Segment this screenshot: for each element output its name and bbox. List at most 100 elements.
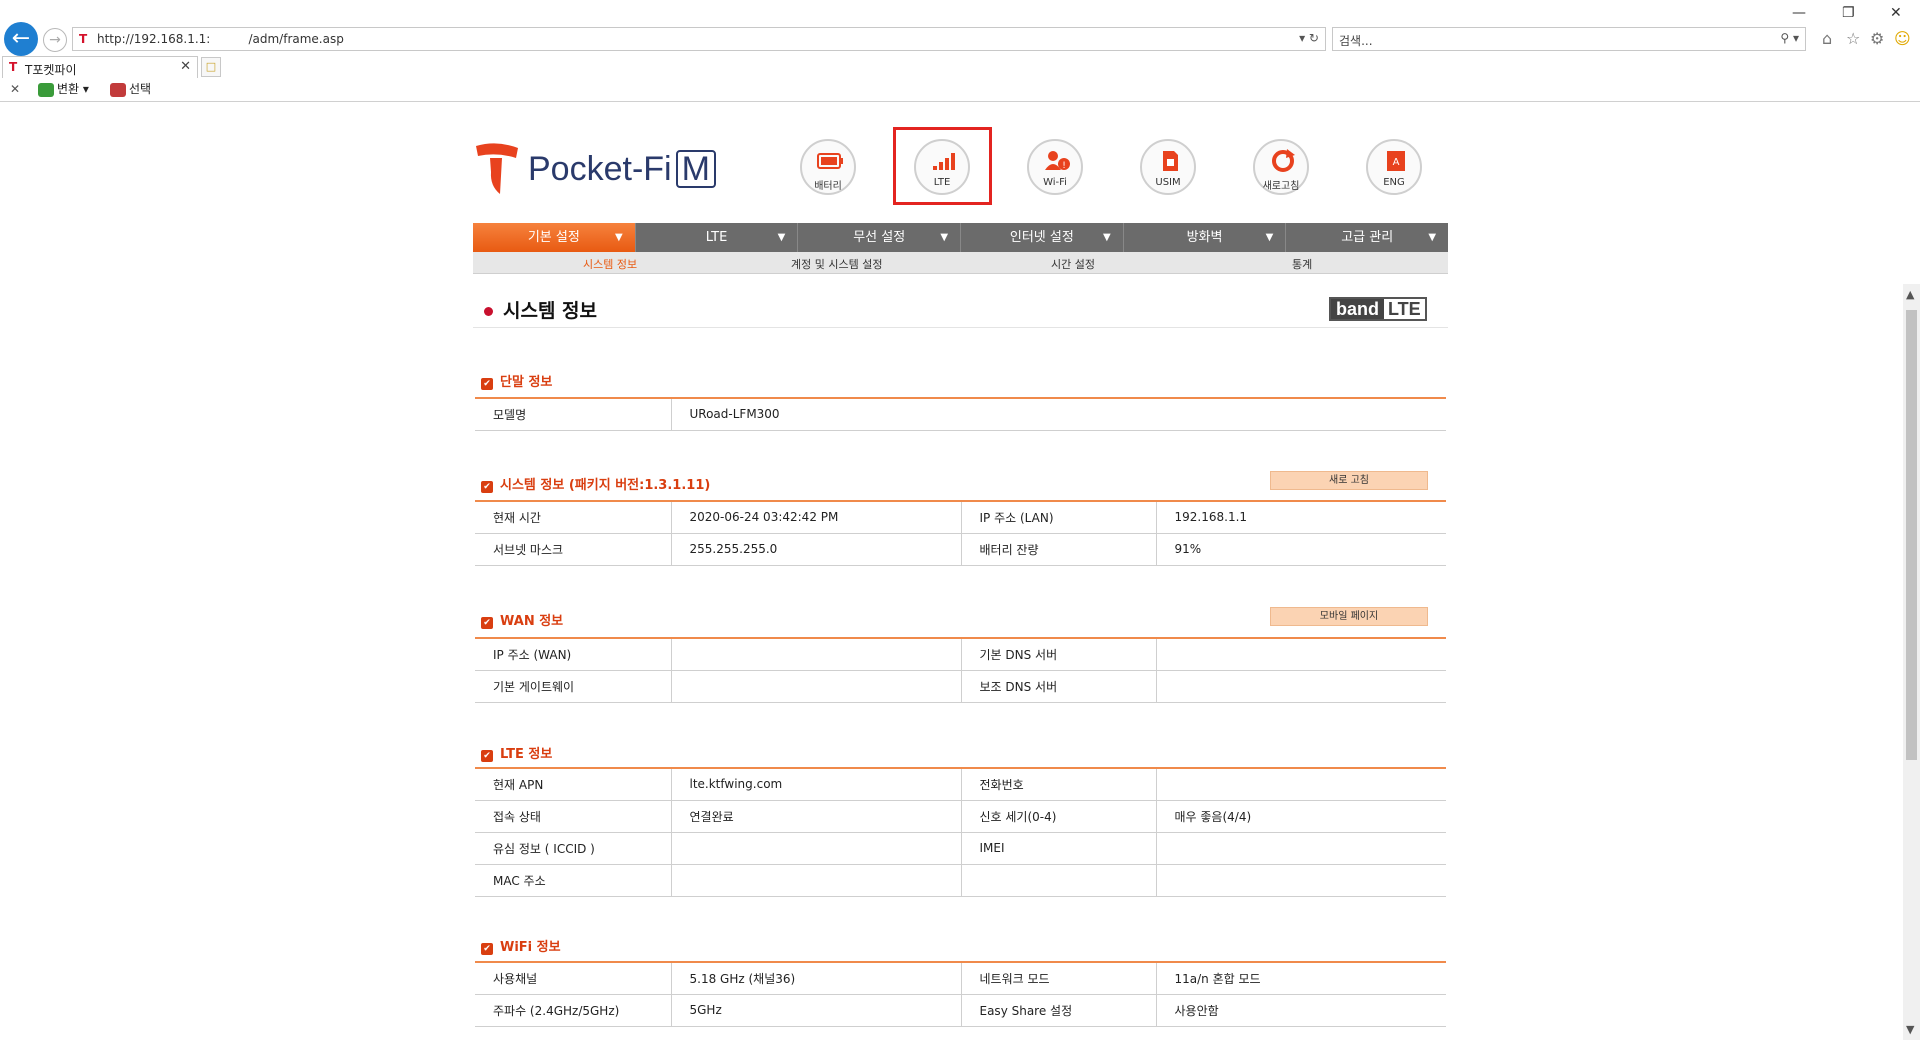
t-logo-icon (476, 143, 518, 194)
subnav-account-settings[interactable]: 계정 및 시스템 설정 (791, 256, 882, 272)
checkbox-icon: ✔ (481, 481, 493, 493)
home-icon[interactable]: ⌂ (1822, 29, 1832, 48)
checkbox-icon: ✔ (481, 378, 493, 390)
cell-value: 매우 좋음(4/4) (1156, 800, 1446, 833)
quick-eng-button[interactable]: A ENG (1366, 139, 1422, 195)
convert-icon (38, 82, 54, 97)
cell-label: 기본 게이트웨이 (475, 670, 672, 703)
cell-label: Easy Share 설정 (961, 994, 1157, 1027)
tab-close-icon[interactable]: ✕ (180, 59, 191, 74)
page-title-text: 시스템 정보 (503, 300, 598, 322)
minimize-icon[interactable]: — (1792, 5, 1806, 21)
band-lte-badge: band LTE (1329, 297, 1427, 321)
quick-eng-label: ENG (1383, 177, 1405, 188)
page-title: 시스템 정보 (484, 296, 597, 323)
search-icon[interactable]: ⚲ ▾ (1780, 31, 1799, 45)
new-tab-icon[interactable]: □ (201, 57, 221, 77)
cell-label: 접속 상태 (475, 800, 672, 833)
table-row: 모델명 URoad-LFM300 (475, 398, 1446, 431)
forward-button[interactable]: → (43, 28, 67, 52)
cell-value: 91% (1156, 533, 1446, 566)
brand-text: Pocket-Fi (528, 150, 672, 188)
search-box[interactable]: 검색... ⚲ ▾ (1332, 27, 1806, 51)
nav-lte[interactable]: LTE ▼ (636, 223, 799, 252)
cell-value (671, 638, 962, 671)
table-row: 유심 정보 ( ICCID ) IMEI (475, 832, 1446, 865)
settings-gear-icon[interactable]: ⚙ (1870, 29, 1884, 48)
nav-basic-settings[interactable]: 기본 설정 ▼ (473, 223, 636, 252)
quick-wifi-button[interactable]: ! Wi-Fi (1027, 139, 1083, 195)
wifi-users-icon: ! (1045, 151, 1070, 171)
select-button[interactable]: 선택 (110, 80, 151, 97)
table-row: 사용채널 5.18 GHz (채널36) 네트워크 모드 11a/n 혼합 모드 (475, 962, 1446, 995)
nav-firewall[interactable]: 방화벽 ▼ (1124, 223, 1287, 252)
wifi-info-table: 사용채널 5.18 GHz (채널36) 네트워크 모드 11a/n 혼합 모드… (475, 961, 1446, 1027)
page-scrollbar[interactable]: ▲ ▼ (1903, 284, 1920, 1040)
address-url[interactable]: http://192.168.1.1: /adm/frame.asp (97, 32, 344, 46)
table-row: 현재 시간 2020-06-24 03:42:42 PM IP 주소 (LAN)… (475, 501, 1446, 534)
cell-value (1156, 670, 1446, 703)
brand-name: Pocket-Fi M (528, 150, 716, 189)
scroll-thumb[interactable] (1906, 310, 1917, 760)
cell-value: 11a/n 혼합 모드 (1156, 962, 1446, 995)
mobile-page-button[interactable]: 모바일 페이지 (1270, 607, 1428, 626)
cell-value: 사용안함 (1156, 994, 1446, 1027)
chevron-down-icon: ▼ (777, 232, 786, 243)
cell-value (1156, 864, 1446, 897)
tab-tpocketfi[interactable]: T T포켓파이 ✕ (2, 56, 198, 78)
tab-title: T포켓파이 (25, 63, 77, 77)
cell-value (671, 670, 962, 703)
close-cmdbar-icon[interactable]: ✕ (10, 82, 20, 96)
nav-advanced[interactable]: 고급 관리 ▼ (1286, 223, 1448, 252)
cell-label: 네트워크 모드 (961, 962, 1157, 995)
svg-text:A: A (1393, 157, 1400, 168)
quick-refresh-button[interactable]: 새로고침 (1253, 139, 1309, 195)
smiley-feedback-icon[interactable]: ☺ (1894, 29, 1911, 48)
select-icon (110, 82, 126, 97)
cell-value: URoad-LFM300 (671, 398, 1446, 431)
nav-label: 고급 관리 (1341, 230, 1394, 245)
close-window-icon[interactable]: ✕ (1890, 5, 1902, 21)
main-nav: 기본 설정 ▼ LTE ▼ 무선 설정 ▼ 인터넷 설정 ▼ 방화벽 ▼ 고급 관리 ▼ (473, 223, 1448, 252)
scroll-down-icon[interactable]: ▼ (1906, 1023, 1914, 1036)
quick-usim-button[interactable]: USIM (1140, 139, 1196, 195)
battery-icon (817, 153, 843, 169)
device-info-table: 모델명 URoad-LFM300 (475, 397, 1446, 431)
back-button[interactable]: ← (4, 22, 38, 56)
convert-button[interactable]: 변환 ▾ (38, 80, 89, 97)
pocketfi-logo[interactable]: Pocket-Fi M (472, 142, 732, 198)
nav-wireless-settings[interactable]: 무선 설정 ▼ (798, 223, 962, 252)
refresh-button[interactable]: 새로 고침 (1270, 471, 1428, 490)
cell-label: 사용채널 (475, 962, 672, 995)
section-title-text: WiFi 정보 (500, 940, 561, 955)
scroll-up-icon[interactable]: ▲ (1906, 288, 1914, 301)
cell-value: 5GHz (671, 994, 962, 1027)
subnav-time-settings[interactable]: 시간 설정 (1051, 256, 1095, 272)
section-title-text: WAN 정보 (500, 614, 564, 629)
subnav-system-info[interactable]: 시스템 정보 (583, 256, 637, 272)
search-input[interactable]: 검색... (1339, 32, 1373, 49)
address-bar[interactable]: T http://192.168.1.1: /adm/frame.asp ▾ ↻ (72, 27, 1326, 51)
table-row: 주파수 (2.4GHz/5GHz) 5GHz Easy Share 설정 사용안… (475, 994, 1446, 1027)
subnav-statistics[interactable]: 통계 (1292, 256, 1312, 272)
select-label: 선택 (129, 82, 152, 96)
convert-label: 변환 (57, 82, 80, 96)
nav-internet-settings[interactable]: 인터넷 설정 ▼ (961, 223, 1124, 252)
cell-value: lte.ktfwing.com (671, 768, 962, 801)
table-row: IP 주소 (WAN) 기본 DNS 서버 (475, 638, 1446, 671)
quick-wifi-label: Wi-Fi (1043, 177, 1067, 188)
refresh-address-icon[interactable]: ▾ ↻ (1299, 31, 1319, 45)
cell-label: 배터리 잔량 (961, 533, 1157, 566)
section-title-wan: ✔ WAN 정보 (481, 610, 563, 629)
quick-battery-label: 배터리 (814, 181, 842, 192)
cell-value (1156, 768, 1446, 801)
quick-battery-button[interactable]: 배터리 (800, 139, 856, 195)
favorites-star-icon[interactable]: ☆ (1846, 29, 1860, 48)
section-title-system: ✔ 시스템 정보 (패키지 버전:1.3.1.11) (481, 474, 710, 493)
cell-label: MAC 주소 (475, 864, 672, 897)
table-row: 현재 APN lte.ktfwing.com 전화번호 (475, 768, 1446, 801)
cell-value: 255.255.255.0 (671, 533, 962, 566)
cell-value: 5.18 GHz (채널36) (671, 962, 962, 995)
restore-icon[interactable]: ❐ (1842, 5, 1855, 21)
browser-chrome: ← → T http://192.168.1.1: /adm/frame.asp… (0, 0, 1920, 102)
